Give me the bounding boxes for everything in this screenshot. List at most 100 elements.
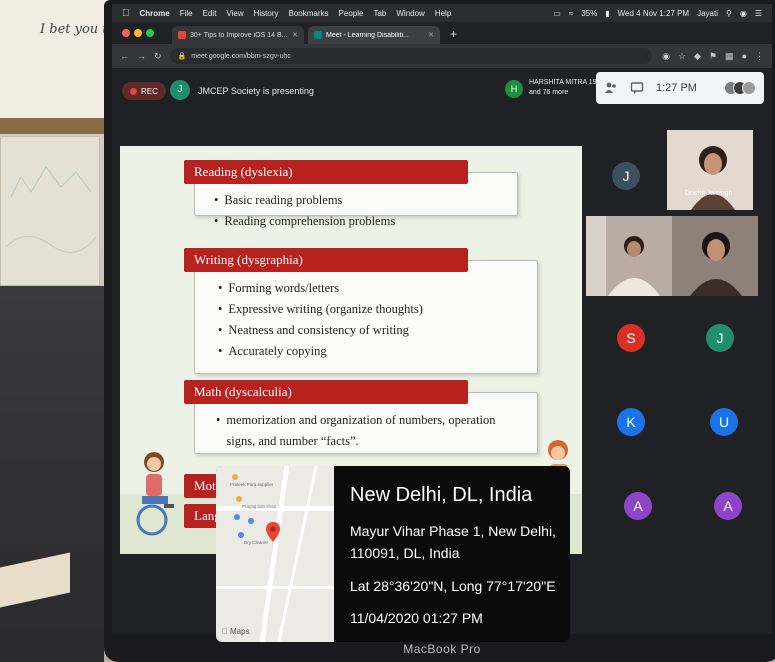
video-tile-name: Drishti Jaisingh xyxy=(685,190,733,197)
battery-percent: 35% xyxy=(581,8,598,18)
menu-history[interactable]: History xyxy=(254,9,279,18)
map-poi-icon xyxy=(238,532,244,538)
notification-center-icon[interactable]: ☰ xyxy=(755,9,762,18)
writing-bullets: • Forming words/letters • Expressive writi… xyxy=(218,278,423,362)
menu-view[interactable]: View xyxy=(226,9,243,18)
avatar xyxy=(742,81,756,95)
new-tab-plus-icon[interactable]: + xyxy=(444,27,463,44)
rec-label: REC xyxy=(141,86,158,96)
bookmark-star-icon[interactable]: ☆ xyxy=(678,51,686,62)
location-datetime: 11/04/2020 01:27 PM xyxy=(350,610,483,626)
tab-title: Meet - Learning Disabiliti... xyxy=(326,31,409,39)
extensions-puzzle-icon[interactable]: ▦ xyxy=(725,51,734,62)
tab-favicon-icon xyxy=(178,31,186,39)
tab-close-icon[interactable]: ✕ xyxy=(428,31,434,39)
people-icon[interactable] xyxy=(604,81,618,95)
participant-tile-k[interactable]: K xyxy=(617,408,645,436)
camera-indicator-icon[interactable]: ◉ xyxy=(662,51,670,62)
map-poi-icon xyxy=(234,514,240,520)
map-poi-icon xyxy=(232,474,238,480)
mini-map: Prateek Para supplier Prayag pan shop Dr… xyxy=(216,466,334,642)
reading-header: Reading (dyslexia) xyxy=(184,160,468,184)
map-poi-icon xyxy=(248,518,254,524)
lock-icon[interactable]: 🔒 xyxy=(178,52,187,60)
photo-scene: I bet you thought MacBook Pro  Chrome F… xyxy=(0,0,775,662)
back-arrow-icon[interactable]: ← xyxy=(120,51,129,61)
wood-shelf xyxy=(0,118,118,134)
menu-tab[interactable]: Tab xyxy=(373,9,386,18)
meet-top-bar: REC J JMCEP Society is presenting H HARS… xyxy=(112,68,772,116)
location-address: Mayur Vihar Phase 1, New Delhi, 110091, … xyxy=(350,523,556,561)
apple-icon[interactable]:  xyxy=(122,8,130,19)
participant-tile-j[interactable]: J xyxy=(612,162,640,190)
participant-summary[interactable]: HARSHITA MITRA 19... and 76 more xyxy=(529,78,602,98)
tab-ios-tips[interactable]: 30+ Tips to Improve iOS 14 B... ✕ xyxy=(172,26,304,44)
url-input[interactable]: 🔒 meet.google.com/bbm-szgv-uhc xyxy=(169,48,653,64)
extension-shield-icon[interactable]: ◆ xyxy=(694,51,701,62)
participant-tile-a2[interactable]: A xyxy=(714,492,742,520)
close-window-icon[interactable] xyxy=(122,29,130,37)
spotlight-icon[interactable]: ⚲ xyxy=(726,9,732,18)
menu-status-area: ▭ ≈ 35% ▮ Wed 4 Nov 1:27 PM Jayati ⚲ ◉ ☰ xyxy=(553,9,762,18)
map-label: Prateek Para supplier xyxy=(230,482,274,487)
menu-bookmarks[interactable]: Bookmarks xyxy=(289,9,329,18)
reload-icon[interactable]: ↻ xyxy=(154,51,162,62)
list-item: • memorization and organization of number… xyxy=(216,413,496,427)
participant-tile-j2[interactable]: J xyxy=(706,324,734,352)
reading-bullets: • Basic reading problems • Reading compreh… xyxy=(214,190,395,232)
meet-clock: 1:27 PM xyxy=(656,82,697,94)
recording-badge[interactable]: REC xyxy=(122,82,166,100)
menu-edit[interactable]: Edit xyxy=(203,9,217,18)
fullscreen-window-icon[interactable] xyxy=(146,29,154,37)
video-tile-participant[interactable] xyxy=(586,216,672,296)
meet-controls: 1:27 PM xyxy=(596,72,764,104)
browser-address-bar: ← → ↻ 🔒 meet.google.com/bbm-szgv-uhc ◉ ☆… xyxy=(112,44,772,68)
browser-tab-strip: 30+ Tips to Improve iOS 14 B... ✕ Meet -… xyxy=(112,22,772,44)
video-tile-drishti[interactable]: Drishti Jaisingh xyxy=(667,130,753,210)
video-tile-participant[interactable] xyxy=(672,216,758,296)
self-view-avatars[interactable] xyxy=(724,81,756,95)
apple-maps-brand:  Maps xyxy=(222,627,250,636)
participant-tile-a[interactable]: A xyxy=(624,492,652,520)
chrome-menu-icon[interactable]: ⋮ xyxy=(755,51,764,62)
mac-menu-bar:  Chrome File Edit View History Bookmark… xyxy=(112,4,772,22)
chat-icon[interactable] xyxy=(630,81,644,95)
map-poi-icon xyxy=(236,496,242,502)
location-coordinates: Lat 28°36'20"N, Long 77°17'20"E xyxy=(350,578,556,594)
menu-user[interactable]: Jayati xyxy=(697,9,718,18)
presenter-avatar: J xyxy=(170,80,190,100)
siri-icon[interactable]: ◉ xyxy=(740,9,747,18)
tab-close-icon[interactable]: ✕ xyxy=(292,31,298,39)
participant-tile-s[interactable]: S xyxy=(617,324,645,352)
battery-icon[interactable]: ▮ xyxy=(605,9,609,18)
participant-name: HARSHITA MITRA 19... xyxy=(529,79,603,86)
map-pin-icon xyxy=(266,522,280,542)
apple-icon:  xyxy=(222,627,228,636)
maps-label: Maps xyxy=(224,627,250,636)
menu-app-chrome[interactable]: Chrome xyxy=(140,9,170,18)
menu-help[interactable]: Help xyxy=(435,9,451,18)
menu-clock[interactable]: Wed 4 Nov 1:27 PM xyxy=(618,9,689,18)
window-controls xyxy=(122,29,154,37)
math-header: Math (dyscalculia) xyxy=(184,380,468,404)
airplay-icon[interactable]: ▭ xyxy=(553,9,561,18)
participant-tile-u[interactable]: U xyxy=(710,408,738,436)
menu-file[interactable]: File xyxy=(180,9,193,18)
list-item: • Reading comprehension problems xyxy=(214,214,396,228)
math-bullets: • memorization and organization of number… xyxy=(216,410,496,452)
wifi-icon[interactable]: ≈ xyxy=(569,9,573,18)
location-city: New Delhi, DL, India xyxy=(350,484,533,506)
list-item: • Expressive writing (organize thoughts) xyxy=(218,302,423,316)
wall-note-card: I bet you thought xyxy=(0,0,154,118)
map-road xyxy=(216,586,334,589)
list-item: • Neatness and consistency of writing xyxy=(218,323,409,337)
participant-avatar: H xyxy=(505,80,523,98)
forward-arrow-icon[interactable]: → xyxy=(137,51,146,61)
minimize-window-icon[interactable] xyxy=(134,29,142,37)
extension-flag-icon[interactable]: ⚑ xyxy=(709,51,717,62)
menu-people[interactable]: People xyxy=(339,9,364,18)
menu-window[interactable]: Window xyxy=(396,9,424,18)
tab-meet[interactable]: Meet - Learning Disabiliti... ✕ xyxy=(308,26,440,44)
wall-poster xyxy=(0,136,100,286)
profile-icon[interactable]: ● xyxy=(742,51,747,62)
